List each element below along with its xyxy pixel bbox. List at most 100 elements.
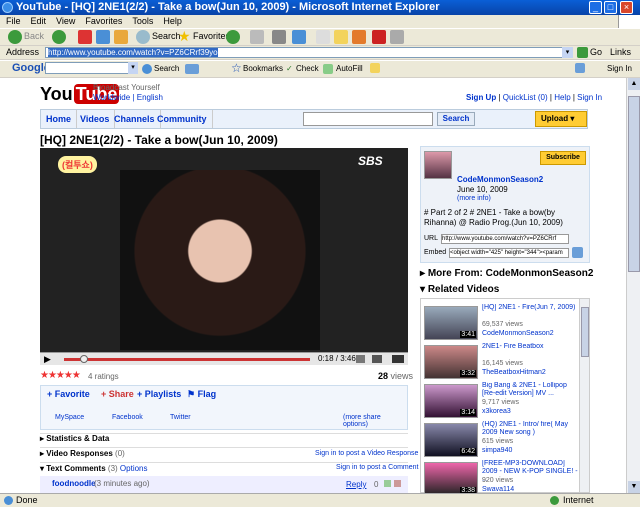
upload-button[interactable]: Upload ▾ [535, 111, 587, 127]
bookmarks-button[interactable]: Bookmarks [243, 60, 283, 77]
scroll-up-arrow-icon[interactable]: ▲ [628, 78, 640, 90]
forward-arrow-icon[interactable] [52, 30, 66, 44]
nav-community[interactable]: Community [152, 110, 213, 128]
menu-help[interactable]: Help [163, 16, 182, 26]
related-video-thumbnail[interactable]: 3:41 [424, 306, 478, 340]
play-icon[interactable]: ▶ [44, 354, 51, 365]
signup-link[interactable]: Sign Up [466, 93, 496, 102]
favorite-button[interactable]: + Favorite [47, 389, 90, 399]
more-info-link[interactable]: (more info) [457, 195, 491, 202]
share-button[interactable]: + Share [101, 389, 134, 399]
google-search-icon[interactable] [142, 64, 152, 74]
maximize-button[interactable]: □ [604, 1, 617, 14]
autofill-button[interactable]: AutoFill [336, 60, 363, 77]
related-video-title[interactable]: [HQ] 2NE1 - Fire(Jun 7, 2009) [482, 304, 578, 312]
tools-icon[interactable] [390, 30, 404, 44]
favorites-button[interactable]: Favorites [193, 30, 230, 43]
comment-signin-link[interactable]: Sign in to post a Comment [336, 464, 419, 471]
address-input[interactable]: http://www.youtube.com/watch?v=PZ6CRrf39… [45, 47, 573, 58]
edit-icon[interactable] [292, 30, 306, 44]
print-icon[interactable] [272, 30, 286, 44]
video-response-signin-link[interactable]: Sign in to post a Video Response [315, 450, 418, 457]
home-icon[interactable] [114, 30, 128, 44]
related-video-item[interactable]: 6:42 (HQ) 2NE1 - Intro/ fire( May 2009 Ne… [422, 421, 578, 459]
scroll-thumb[interactable] [628, 96, 640, 272]
related-scrollbar[interactable] [579, 299, 589, 492]
volume-icon[interactable] [356, 355, 365, 363]
subscribe-button[interactable]: Subscribe [540, 151, 586, 165]
star-rating[interactable]: ★★★★★ [40, 370, 81, 381]
back-arrow-icon[interactable] [8, 30, 22, 44]
go-arrow-icon[interactable] [577, 47, 588, 58]
history-icon[interactable] [226, 30, 240, 44]
related-videos-toggle[interactable]: ▾ Related Videos [420, 284, 499, 295]
refresh-icon[interactable] [96, 30, 110, 44]
google-signin-link[interactable]: Sign In [607, 60, 632, 77]
help-link[interactable]: Help [554, 93, 570, 102]
related-video-user[interactable]: x3korea3 [482, 408, 511, 415]
embed-field[interactable]: <object width="425" height="344"><param [449, 248, 569, 258]
more-from-toggle[interactable]: ▸ More From: CodeMonmonSeason2 [420, 268, 593, 279]
related-video-item[interactable]: 3:32 2NE1- Fire Beatbox 16,145 views TheBea… [422, 343, 578, 381]
bookmarks-star-icon[interactable]: ☆ [231, 61, 242, 75]
links-button[interactable]: Links [610, 46, 631, 59]
related-video-item[interactable]: 3:41 [HQ] 2NE1 - Fire(Jun 7, 2009) 69,537 … [422, 304, 578, 342]
related-video-item[interactable]: 3:38 [FREE-MP3-DOWNLOAD] 2009 - NEW K-POP… [422, 460, 578, 493]
search-icon[interactable] [136, 30, 150, 44]
comment-reply-link[interactable]: Reply [346, 480, 366, 489]
video-responses-toggle[interactable]: ▸ Video Responses (0) [40, 449, 125, 458]
channel-name-link[interactable]: CodeMonmonSeason2 [457, 175, 543, 184]
related-video-item[interactable]: 3:14 Big Bang & 2NE1 - Lollipop [Re-edit … [422, 382, 578, 420]
related-video-thumbnail[interactable]: 6:42 [424, 423, 478, 457]
progress-bar[interactable] [64, 358, 310, 361]
menu-file[interactable]: File [6, 16, 21, 26]
related-video-title[interactable]: 2NE1- Fire Beatbox [482, 343, 578, 351]
discuss-icon[interactable] [316, 30, 330, 44]
embed-settings-icon[interactable] [572, 247, 583, 258]
google-search-input[interactable] [45, 62, 138, 74]
messenger-icon[interactable] [352, 30, 366, 44]
related-video-thumbnail[interactable]: 3:14 [424, 384, 478, 418]
comments-options-link[interactable]: Options [120, 464, 148, 473]
search-button[interactable]: Search [152, 30, 181, 43]
playlists-button[interactable]: + Playlists [137, 389, 181, 399]
facebook-link[interactable]: Facebook [112, 414, 143, 421]
address-dropdown-icon[interactable]: ▾ [562, 47, 573, 58]
statistics-toggle[interactable]: ▸ Statistics & Data [40, 434, 109, 443]
check-button[interactable]: Check [296, 60, 319, 77]
more-share-options-link[interactable]: (more share options) [343, 414, 407, 428]
myspace-link[interactable]: MySpace [55, 414, 84, 421]
stop-icon[interactable] [78, 30, 92, 44]
channel-avatar[interactable] [424, 151, 452, 179]
check-icon[interactable]: ✓ [286, 60, 293, 77]
fullscreen-icon[interactable] [392, 355, 404, 363]
google-search-button[interactable]: Search [154, 60, 179, 77]
flag-button[interactable]: ⚑ Flag [187, 389, 216, 400]
related-video-user[interactable]: TheBeatboxHitman2 [482, 369, 546, 376]
related-video-user[interactable]: CodeMonmonSeason2 [482, 330, 554, 337]
related-scroll-thumb[interactable] [581, 307, 589, 357]
scroll-down-arrow-icon[interactable]: ▼ [628, 481, 640, 493]
video-player[interactable]: (컬투쇼) SBS [40, 148, 408, 352]
twitter-link[interactable]: Twitter [170, 414, 191, 421]
highlight-icon[interactable] [370, 63, 380, 73]
popout-icon[interactable] [372, 355, 382, 363]
thumbs-up-icon[interactable] [384, 480, 391, 487]
thumbs-down-icon[interactable] [394, 480, 401, 487]
yt-search-input[interactable] [303, 112, 433, 126]
autofill-icon[interactable] [323, 64, 333, 74]
wrench-icon[interactable] [575, 63, 585, 73]
related-video-user[interactable]: simpa940 [482, 447, 512, 454]
related-video-user[interactable]: Swava114 [482, 486, 514, 493]
yt-search-button[interactable]: Search [437, 112, 475, 126]
favorites-star-icon[interactable]: ★ [178, 29, 191, 43]
page-scrollbar[interactable]: ▲ ▼ [626, 78, 640, 493]
related-video-title[interactable]: Big Bang & 2NE1 - Lollipop [Re-edit Vers… [482, 382, 578, 398]
related-video-thumbnail[interactable]: 3:32 [424, 345, 478, 379]
region-link[interactable]: Worldwide | English [93, 93, 163, 102]
folder-icon[interactable] [334, 30, 348, 44]
quicklist-link[interactable]: QuickList (0) [503, 93, 548, 102]
menu-view[interactable]: View [56, 16, 75, 26]
back-button[interactable]: Back [24, 30, 44, 43]
signin-link[interactable]: Sign In [577, 93, 602, 102]
